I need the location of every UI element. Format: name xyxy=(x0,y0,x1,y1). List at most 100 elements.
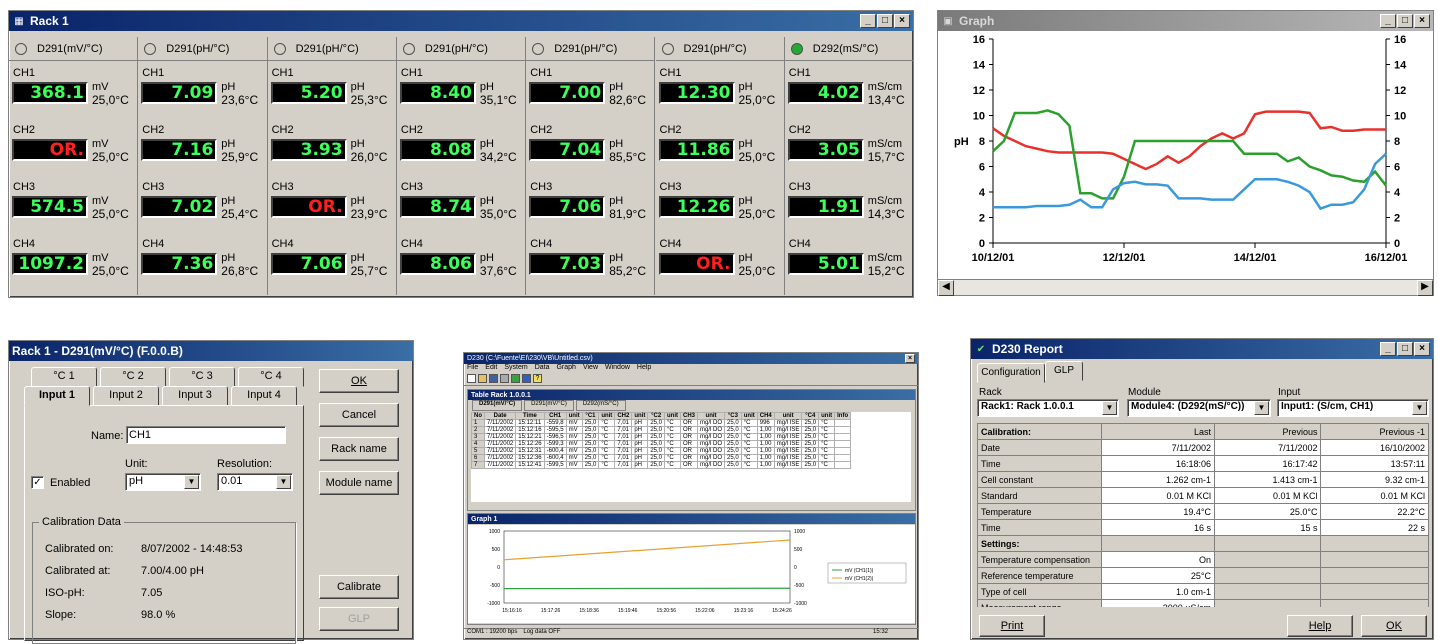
maximize-button[interactable]: □ xyxy=(1397,14,1413,28)
input-select[interactable]: Input1: (S/cm, CH1)▼ xyxy=(1277,399,1429,417)
module-header[interactable]: D291(pH/°C) xyxy=(138,37,266,61)
menu-item[interactable]: Help xyxy=(637,364,651,374)
table-row[interactable]: 17/11/200215:12:11-559,8mV25,0°C7,01pH25… xyxy=(472,420,851,427)
tab-glp[interactable]: GLP xyxy=(1045,361,1083,381)
module-header[interactable]: D291(pH/°C) xyxy=(656,37,784,61)
table-row[interactable]: 37/11/200215:12:21-596,5mV25,0°C7,01pH25… xyxy=(472,434,851,441)
menu-item[interactable]: Edit xyxy=(485,364,497,374)
dialog-titlebar[interactable]: Rack 1 - D291(mV/°C) (F.0.0.B) xyxy=(9,341,413,361)
enabled-checkbox[interactable]: ✓ Enabled xyxy=(31,476,90,489)
chevron-down-icon[interactable]: ▼ xyxy=(276,475,291,489)
menu-item[interactable]: System xyxy=(504,364,527,374)
table-row[interactable]: 77/11/200215:12:41-599,5mV25,0°C7,01pH25… xyxy=(472,462,851,469)
menu-item[interactable]: Window xyxy=(605,364,630,374)
graph-subwindow-titlebar[interactable]: Graph 1 xyxy=(468,514,915,524)
column-header[interactable]: unit xyxy=(632,413,648,420)
menu-item[interactable]: File xyxy=(467,364,478,374)
column-header[interactable]: unit xyxy=(665,413,681,420)
tab-input-2[interactable]: Input 2 xyxy=(93,386,159,406)
close-button[interactable]: × xyxy=(905,354,915,363)
tab-temp-3[interactable]: °C 3 xyxy=(169,367,235,387)
maximize-button[interactable]: □ xyxy=(877,14,893,28)
close-button[interactable]: × xyxy=(1414,14,1430,28)
close-button[interactable]: × xyxy=(894,14,910,28)
column-header[interactable]: unit xyxy=(566,413,582,420)
menu-item[interactable]: Graph xyxy=(556,364,575,374)
tab-input-3[interactable]: Input 3 xyxy=(162,386,228,406)
maximize-button[interactable]: □ xyxy=(1397,342,1413,356)
rack-select[interactable]: Rack1: Rack 1.0.0.1▼ xyxy=(977,399,1119,417)
chevron-down-icon[interactable]: ▼ xyxy=(184,475,199,489)
module-select[interactable]: Module4: (D292(mS/°C))▼ xyxy=(1127,399,1271,417)
resolution-select[interactable]: 0.01 ▼ xyxy=(217,473,293,491)
scroll-left-icon[interactable]: ◀ xyxy=(938,280,954,296)
module-name-button[interactable]: Module name xyxy=(319,471,399,495)
column-header[interactable]: unit xyxy=(741,413,757,420)
column-header[interactable]: °C3 xyxy=(725,413,742,420)
column-header[interactable]: °C4 xyxy=(802,413,819,420)
module-header[interactable]: D291(pH/°C) xyxy=(526,37,654,61)
column-header[interactable]: Date xyxy=(485,413,516,420)
table-row[interactable]: 57/11/200215:12:31-600,4mV25,0°C7,01pH25… xyxy=(472,448,851,455)
table-row[interactable]: 27/11/200215:12:16-595,5mV25,0°C7,01pH25… xyxy=(472,427,851,434)
calibrate-button[interactable]: Calibrate xyxy=(319,575,399,599)
help-icon[interactable]: ? xyxy=(533,374,542,383)
tab-temp-1[interactable]: °C 1 xyxy=(31,367,97,387)
chevron-down-icon[interactable]: ▼ xyxy=(1254,401,1269,415)
glp-button[interactable]: GLP xyxy=(319,607,399,631)
open-icon[interactable] xyxy=(478,374,487,383)
module-header[interactable]: D292(mS/°C) xyxy=(785,37,913,61)
rack-name-button[interactable]: Rack name xyxy=(319,437,399,461)
column-header[interactable]: unit xyxy=(774,413,802,420)
module-header[interactable]: D291(mV/°C) xyxy=(9,37,137,61)
save-icon[interactable] xyxy=(489,374,498,383)
column-header[interactable]: Info xyxy=(835,413,851,420)
column-header[interactable]: °C2 xyxy=(648,413,665,420)
print-button[interactable]: Print xyxy=(979,615,1045,637)
tab-configuration[interactable]: Configuration xyxy=(977,363,1045,383)
tab-temp-4[interactable]: °C 4 xyxy=(238,367,304,387)
column-header[interactable]: CH3 xyxy=(681,413,698,420)
help-button[interactable]: Help xyxy=(1287,615,1353,637)
print-icon[interactable] xyxy=(500,374,509,383)
report-ok-button[interactable]: OK xyxy=(1361,615,1427,637)
unit-select[interactable]: pH ▼ xyxy=(125,473,201,491)
chevron-down-icon[interactable]: ▼ xyxy=(1412,401,1427,415)
column-header[interactable]: °C1 xyxy=(582,413,599,420)
table-tab-1[interactable]: D291(mV/°C) xyxy=(472,400,522,411)
close-button[interactable]: × xyxy=(1414,342,1430,356)
module-header[interactable]: D291(pH/°C) xyxy=(397,37,525,61)
horizontal-scrollbar[interactable]: ◀ ▶ xyxy=(938,279,1433,295)
name-field[interactable] xyxy=(126,426,286,444)
table-tab-2[interactable]: D291(mV/°C) xyxy=(524,400,574,411)
column-header[interactable]: CH2 xyxy=(615,413,632,420)
table-tab-3[interactable]: D292(mS/°C) xyxy=(576,400,626,411)
column-header[interactable]: CH1 xyxy=(544,413,566,420)
tab-input-1[interactable]: Input 1 xyxy=(24,386,90,406)
column-header[interactable]: CH4 xyxy=(757,413,774,420)
menu-item[interactable]: Data xyxy=(535,364,550,374)
report-titlebar[interactable]: ✔ D230 Report _ □ × xyxy=(971,339,1433,359)
column-header[interactable]: unit xyxy=(698,413,725,420)
menu-item[interactable]: View xyxy=(583,364,598,374)
column-header[interactable]: unit xyxy=(819,413,835,420)
graph-titlebar[interactable]: ▣ Graph _ □ × xyxy=(938,11,1433,31)
d230-titlebar[interactable]: D230 (C:\Fuente\EI\230\VB\Untitled.csv) … xyxy=(464,353,918,364)
table-icon[interactable] xyxy=(511,374,520,383)
graph-icon[interactable] xyxy=(522,374,531,383)
cancel-button[interactable]: Cancel xyxy=(319,403,399,427)
ok-button[interactable]: OK xyxy=(319,369,399,393)
new-icon[interactable] xyxy=(467,374,476,383)
module-header[interactable]: D291(pH/°C) xyxy=(268,37,396,61)
rack-titlebar[interactable]: ▦ Rack 1 _ □ × xyxy=(9,11,913,31)
scroll-right-icon[interactable]: ▶ xyxy=(1417,280,1433,296)
table-row[interactable]: 47/11/200215:12:26-599,3mV25,0°C7,01pH25… xyxy=(472,441,851,448)
table-subwindow-titlebar[interactable]: Table Rack 1.0.0.1 xyxy=(468,390,915,400)
column-header[interactable]: unit xyxy=(599,413,615,420)
minimize-button[interactable]: _ xyxy=(1380,342,1396,356)
minimize-button[interactable]: _ xyxy=(1380,14,1396,28)
chevron-down-icon[interactable]: ▼ xyxy=(1102,401,1117,415)
column-header[interactable]: Time xyxy=(516,413,544,420)
column-header[interactable]: No xyxy=(472,413,485,420)
table-row[interactable]: 67/11/200215:12:36-600,4mV25,0°C7,01pH25… xyxy=(472,455,851,462)
